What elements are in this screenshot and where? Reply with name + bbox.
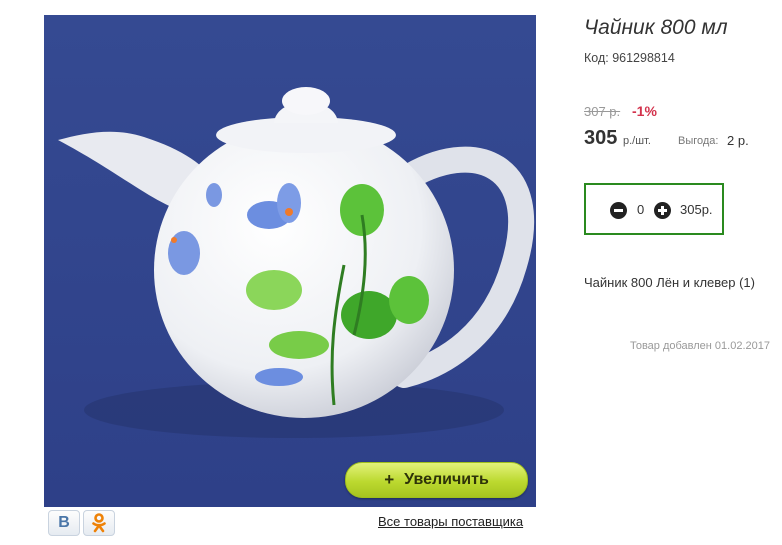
- benefit-label: Выгода:: [678, 135, 719, 147]
- zoom-button-label: Увеличить: [404, 471, 489, 488]
- product-code: Код: 961298814: [584, 51, 675, 65]
- decrease-quantity-button[interactable]: [610, 202, 627, 219]
- discount-badge: -1%: [632, 103, 657, 119]
- plus-icon: +: [384, 470, 395, 489]
- benefit-value: 2 р.: [727, 133, 749, 148]
- old-price: 307 р.: [584, 104, 621, 119]
- added-date: Товар добавлен 01.02.2017: [629, 340, 770, 352]
- zoom-button[interactable]: + Увеличить: [345, 462, 528, 498]
- product-title: Чайник 800 мл: [584, 16, 728, 39]
- cart-sum: 305р.: [680, 202, 713, 217]
- product-set-link[interactable]: Чайник 800 Лён и клевер (1): [584, 275, 755, 290]
- odnoklassniki-icon: [92, 513, 106, 533]
- vk-share-button[interactable]: В: [48, 510, 80, 536]
- price: 305: [584, 127, 618, 149]
- ok-share-button[interactable]: [83, 510, 115, 536]
- product-photo[interactable]: + Увеличить: [44, 15, 536, 507]
- price-unit: р./шт.: [623, 135, 651, 147]
- teapot-image: [44, 15, 536, 507]
- cart-quantity-box: 0 305р.: [584, 183, 724, 235]
- quantity-value: 0: [637, 202, 645, 217]
- vk-icon: В: [58, 514, 70, 531]
- supplier-products-link[interactable]: Все товары поставщика: [378, 514, 523, 529]
- increase-quantity-button[interactable]: [654, 202, 671, 219]
